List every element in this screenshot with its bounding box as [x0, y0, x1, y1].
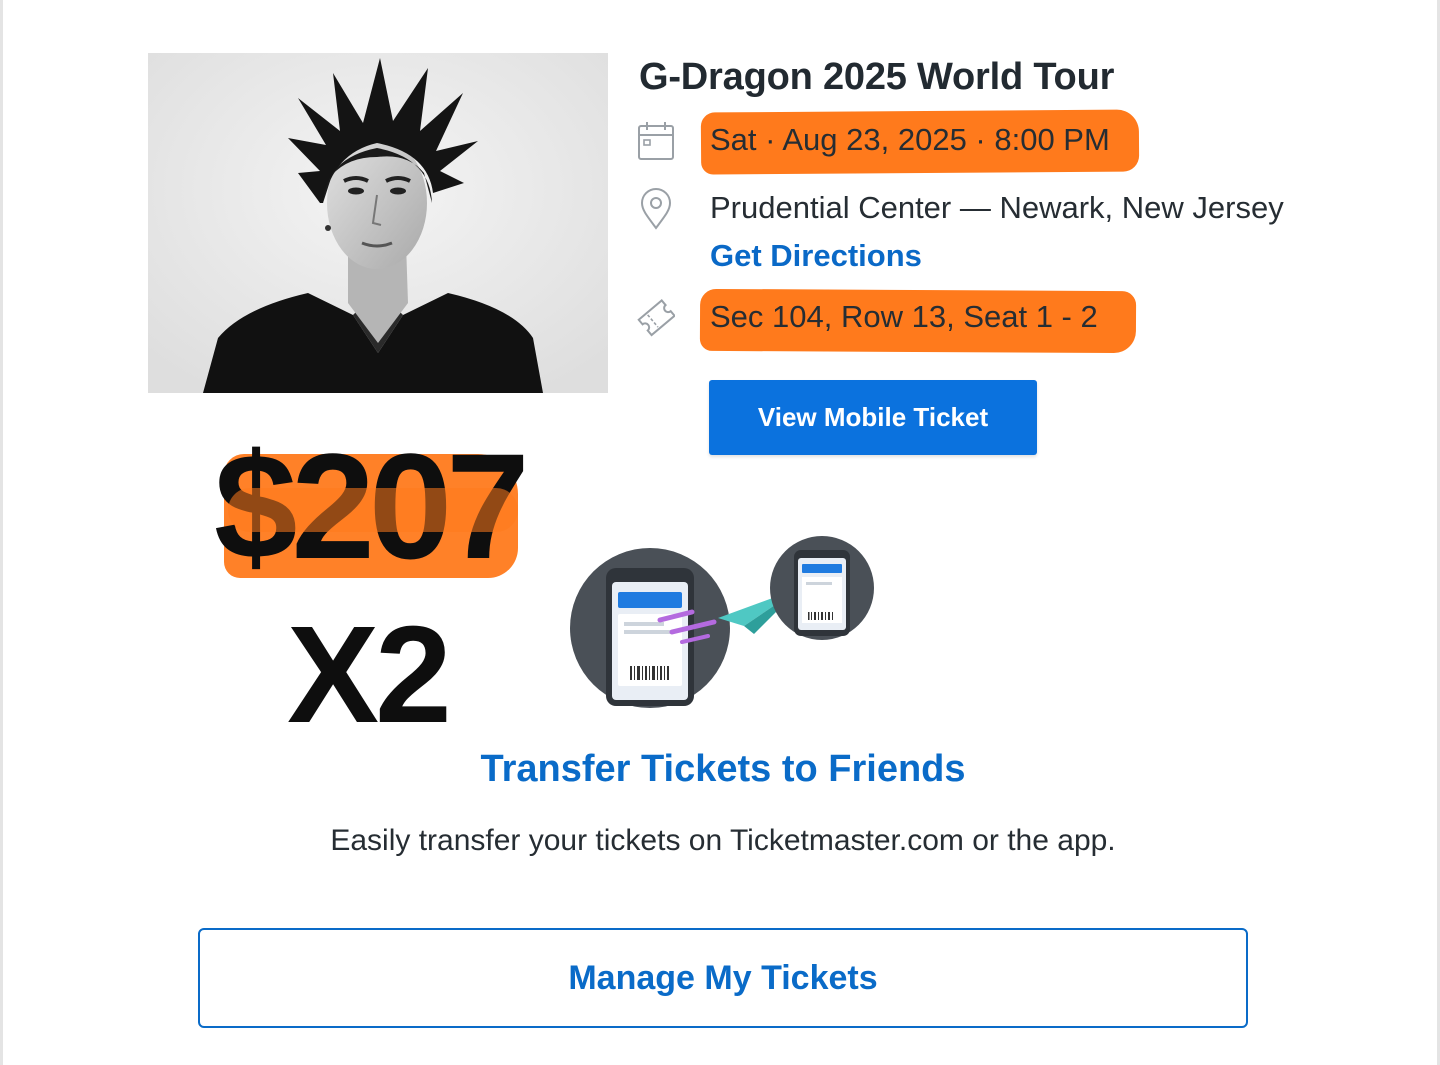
price-overlay: $207: [208, 430, 548, 590]
map-pin-icon: [637, 188, 675, 230]
event-date-time: Sat · Aug 23, 2025 · 8:00 PM: [710, 122, 1110, 157]
seat-info: Sec 104, Row 13, Seat 1 - 2: [710, 299, 1098, 334]
manage-my-tickets-button[interactable]: Manage My Tickets: [198, 928, 1248, 1028]
ticket-icon: [637, 296, 675, 338]
event-venue: Prudential Center — Newark, New Jersey: [710, 190, 1284, 225]
view-mobile-ticket-button[interactable]: View Mobile Ticket: [709, 380, 1037, 455]
transfer-heading: Transfer Tickets to Friends: [480, 748, 966, 790]
get-directions-link[interactable]: Get Directions: [710, 238, 922, 274]
transfer-illustration: [568, 530, 878, 715]
transfer-subtext: Easily transfer your tickets on Ticketma…: [330, 824, 1116, 857]
quantity-text: X2: [287, 598, 452, 752]
event-title: G-Dragon 2025 World Tour: [639, 56, 1115, 98]
artist-photo: [148, 53, 608, 393]
ticket-confirmation-page: G-Dragon 2025 World Tour Sat · Aug 23, 2…: [0, 0, 1440, 1065]
calendar-icon: [637, 120, 675, 162]
price-highlight-stroke: [228, 488, 518, 532]
